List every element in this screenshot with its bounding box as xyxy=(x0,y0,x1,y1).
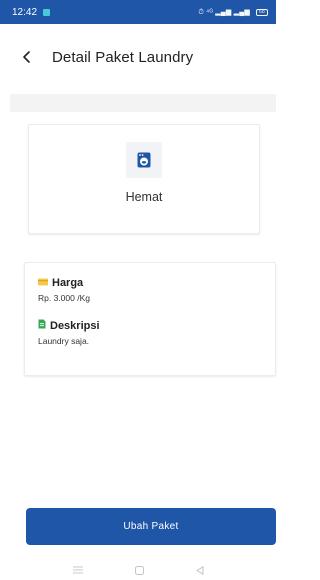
status-bar: 12:42 ⏱ ⁴ᴳ ▂▄▆ ▂▄▆ 68 xyxy=(0,0,276,24)
document-icon xyxy=(38,319,46,332)
money-icon xyxy=(38,277,48,289)
battery-icon: 68 xyxy=(256,8,268,16)
description-label: Deskripsi xyxy=(50,319,100,332)
status-left: 12:42 xyxy=(12,6,51,18)
package-card: Hemat xyxy=(28,124,260,234)
page-title: Detail Paket Laundry xyxy=(52,48,194,66)
back-triangle-icon[interactable] xyxy=(195,565,204,575)
system-nav-bar xyxy=(0,560,276,580)
notification-icon xyxy=(43,8,51,16)
price-label: Harga xyxy=(52,277,84,289)
back-arrow-icon[interactable] xyxy=(20,48,38,66)
price-value: Rp. 3.000 /Kg xyxy=(38,293,90,303)
home-square-icon[interactable] xyxy=(134,565,144,575)
status-indicators: ⏱ ⁴ᴳ ▂▄▆ ▂▄▆ xyxy=(198,8,250,16)
description-title: Deskripsi xyxy=(38,319,275,332)
washing-machine-icon xyxy=(126,142,162,178)
description-value: Laundry saja. xyxy=(38,336,90,346)
status-right: ⏱ ⁴ᴳ ▂▄▆ ▂▄▆ 68 xyxy=(198,8,268,17)
price-title: Harga xyxy=(38,277,275,289)
package-name: Hemat xyxy=(125,190,163,204)
divider-band xyxy=(10,94,276,112)
menu-icon[interactable] xyxy=(72,566,83,574)
status-time: 12:42 xyxy=(12,6,38,18)
edit-package-button[interactable]: Ubah Paket xyxy=(26,508,276,545)
detail-card: Harga Rp. 3.000 /Kg Deskripsi Laundry sa… xyxy=(24,262,276,376)
app-bar: Detail Paket Laundry xyxy=(0,24,276,90)
